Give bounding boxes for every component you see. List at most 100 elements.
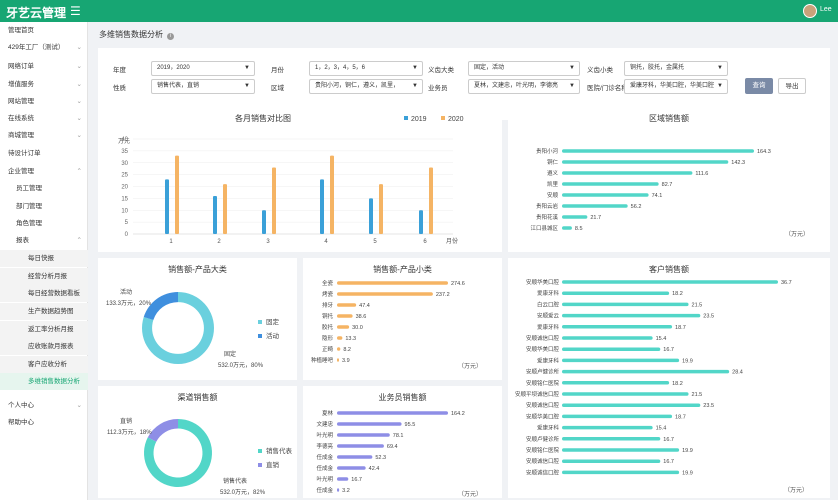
filter-label: 义齿大类 (428, 67, 454, 74)
bar-2019-1 (165, 179, 169, 234)
x-tick-label: 2 (217, 239, 221, 245)
sidebar-item[interactable]: 在线系统 ⌄ (0, 110, 88, 127)
sidebar-item-label: 客户应收分析 (28, 361, 67, 368)
bar-安顺卢健诊所 (562, 437, 661, 441)
filter-select[interactable]: 爱康牙科，华美口腔，华美口腔 ▼ (624, 79, 728, 94)
channel-chart-card: 渠道销售额 销售代表 直销 销售代表 532.0万元，82% 直销 112.3万元，18% (98, 386, 297, 498)
bar-胶托 (337, 325, 350, 329)
monthly-chart: 万元05101520253035401 2 3 4 5 6 月份2019 2020 (118, 116, 464, 245)
caret-down-icon: ▼ (412, 65, 418, 71)
bar-安顺诚信口腔 (562, 459, 661, 463)
bar-value-label: 18.7 (675, 325, 686, 331)
bar-category-label: 隐形 (322, 334, 334, 342)
unit-label: （万元） (458, 363, 482, 370)
bar-爱康牙科 (562, 358, 680, 363)
caret-down-icon: ▼ (569, 65, 575, 71)
bar-安顺铭仁医院 (562, 448, 680, 452)
sidebar-item[interactable]: 多维销售数据分析 (0, 373, 88, 390)
bar-value-label: 82.7 (662, 182, 673, 188)
bar-category-label: 叶光明 (316, 475, 333, 483)
sidebar-item[interactable]: 增值服务 ⌄ (0, 76, 88, 93)
filter-select[interactable]: 2019，2020 ▼ (151, 61, 255, 76)
sidebar-item[interactable]: 商城管理 ⌄ (0, 127, 88, 144)
bar-2019-2 (213, 196, 217, 234)
bar-2020-1 (175, 155, 179, 234)
export-button[interactable]: 导出 (778, 78, 806, 94)
sidebar-item[interactable]: 每日快报 (0, 250, 88, 267)
sidebar-item[interactable]: 网络订单 ⌄ (0, 58, 88, 75)
bar-category-label: 安顺铭仁医院 (526, 446, 560, 454)
user-name[interactable]: Lee (820, 6, 832, 13)
sidebar-item[interactable]: 角色管理 (0, 215, 88, 232)
y-tick-label: 5 (125, 220, 129, 226)
bar-安顺华美口腔 (562, 414, 673, 419)
filter-select[interactable]: 1，2，3，4，5，6 ▼ (309, 61, 423, 76)
sidebar-item[interactable]: 客户应收分析 (0, 356, 88, 373)
sidebar-item[interactable]: 经营分析月报 (0, 268, 88, 285)
bar-2019-5 (369, 198, 373, 234)
bar-2019-3 (262, 210, 266, 234)
sidebar-item[interactable]: 帮助中心 (0, 414, 88, 431)
bar-value-label: 274.6 (451, 281, 465, 287)
info-icon[interactable]: i (167, 33, 174, 40)
bar-安顺诚信口腔 (562, 403, 701, 407)
sidebar-item[interactable]: 报表 ⌃ (0, 232, 88, 249)
bar-value-label: 30.0 (352, 325, 363, 331)
bar-贵阳小河 (562, 149, 754, 153)
avatar[interactable] (803, 4, 817, 18)
bar-value-label: 3.9 (342, 358, 350, 364)
filter-value: 2019，2020 (157, 65, 190, 71)
bar-安顺诚信口腔 (562, 470, 680, 475)
bar-江口县城区 (562, 226, 572, 230)
callout-value: 133.3万元，20% (106, 300, 152, 307)
x-tick-label: 1 (169, 239, 173, 245)
sidebar-item[interactable]: 429年工厂（测试） ⌄ (0, 39, 88, 56)
callout-name: 直销 (120, 417, 132, 425)
filter-select[interactable]: 销售代表，直销 ▼ (151, 79, 255, 94)
chevron-icon: ⌄ (76, 81, 82, 88)
bar-任成金 (337, 466, 366, 470)
bar-value-label: 74.1 (652, 193, 663, 199)
filter-select[interactable]: 夏林，文建忠，叶光明，李德亮 ▼ (468, 79, 580, 94)
query-button[interactable]: 查询 (745, 78, 773, 94)
sidebar-item[interactable]: 每日经营数据看板 (0, 285, 88, 302)
bar-value-label: 21.7 (590, 215, 601, 221)
filter-label: 月份 (271, 67, 284, 74)
sidebar-item-label: 每日经营数据看板 (28, 290, 80, 297)
legend-swatch (258, 334, 262, 338)
bar-铜托 (337, 314, 353, 318)
sidebar-item-label: 每日快报 (28, 255, 54, 262)
callout-value: 532.0万元，80% (218, 362, 264, 369)
bar-category-label: 安顺平坝诚信口腔 (515, 390, 560, 398)
filter-value: 固定，活动 (474, 65, 505, 71)
filter-select[interactable]: 贵阳小河，铜仁，遵义，凯里， ▼ (309, 79, 423, 94)
sidebar-item[interactable]: 应收账款月报表 (0, 338, 88, 355)
bar-value-label: 16.7 (663, 437, 674, 443)
sidebar-item[interactable]: 网站管理 ⌄ (0, 93, 88, 110)
caret-down-icon: ▼ (569, 83, 575, 89)
legend-label: 活动 (266, 331, 280, 340)
bar-category-label: 安顺华美口腔 (526, 412, 560, 420)
filter-select[interactable]: 铜托，胶托，金属托 ▼ (624, 61, 728, 76)
sidebar-item[interactable]: 部门管理 (0, 198, 88, 215)
sidebar-item-label: 商城管理 (8, 132, 34, 139)
x-tick-label: 3 (266, 239, 270, 245)
sidebar-item[interactable]: 返工率分析月报 (0, 321, 88, 338)
sidebar-item[interactable]: 待设计订单 (0, 145, 88, 162)
bar-category-label: 任成金 (316, 464, 333, 472)
caret-down-icon: ▼ (244, 83, 250, 89)
bar-category-label: 种植睡吧 (311, 356, 334, 364)
legend-label: 2020 (448, 116, 464, 123)
sidebar-item[interactable]: 员工管理 (0, 180, 88, 197)
bar-value-label: 8.2 (343, 347, 351, 353)
bar-value-label: 16.7 (663, 459, 674, 465)
sidebar-item[interactable]: 生产数据趋势图 (0, 303, 88, 320)
filter-label: 医院/门诊名称 (587, 85, 628, 92)
sidebar-item[interactable]: 个人中心 ⌄ (0, 397, 88, 414)
sidebar-item[interactable]: 企业管理 ⌃ (0, 163, 88, 180)
sidebar-item[interactable]: 管理首页 (0, 22, 88, 39)
filter-select[interactable]: 固定，活动 ▼ (468, 61, 580, 76)
unit-label: （万元） (458, 491, 482, 498)
hamburger-icon[interactable]: ☰ (70, 4, 81, 18)
slice-直销 (147, 419, 178, 442)
